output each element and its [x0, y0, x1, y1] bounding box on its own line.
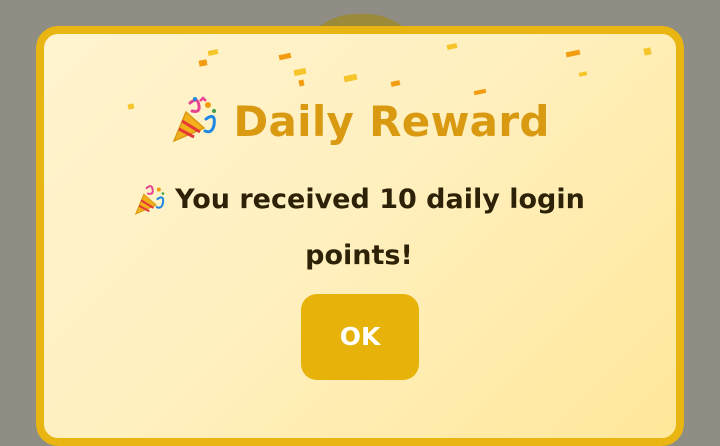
confetti-decoration	[446, 43, 458, 50]
confetti-decoration	[643, 47, 652, 56]
confetti-decoration	[278, 52, 292, 61]
daily-reward-dialog: Daily Reward You received 10 daily login…	[36, 26, 684, 446]
confetti-decoration	[578, 71, 588, 77]
confetti-decoration	[343, 73, 358, 83]
reward-message-text: You received 10 daily login points!	[175, 184, 585, 271]
dialog-title: Daily Reward	[233, 96, 550, 146]
confetti-decoration	[207, 49, 219, 56]
reward-message: You received 10 daily login points!	[104, 176, 614, 280]
confetti-decoration	[390, 80, 401, 87]
confetti-decoration	[198, 59, 208, 67]
confetti-decoration	[293, 67, 307, 77]
party-popper-icon	[170, 94, 220, 148]
confetti-decoration	[298, 79, 305, 87]
dialog-header: Daily Reward	[44, 94, 676, 148]
party-popper-icon	[133, 182, 167, 232]
ok-button[interactable]: OK	[301, 294, 419, 380]
confetti-decoration	[565, 49, 581, 58]
